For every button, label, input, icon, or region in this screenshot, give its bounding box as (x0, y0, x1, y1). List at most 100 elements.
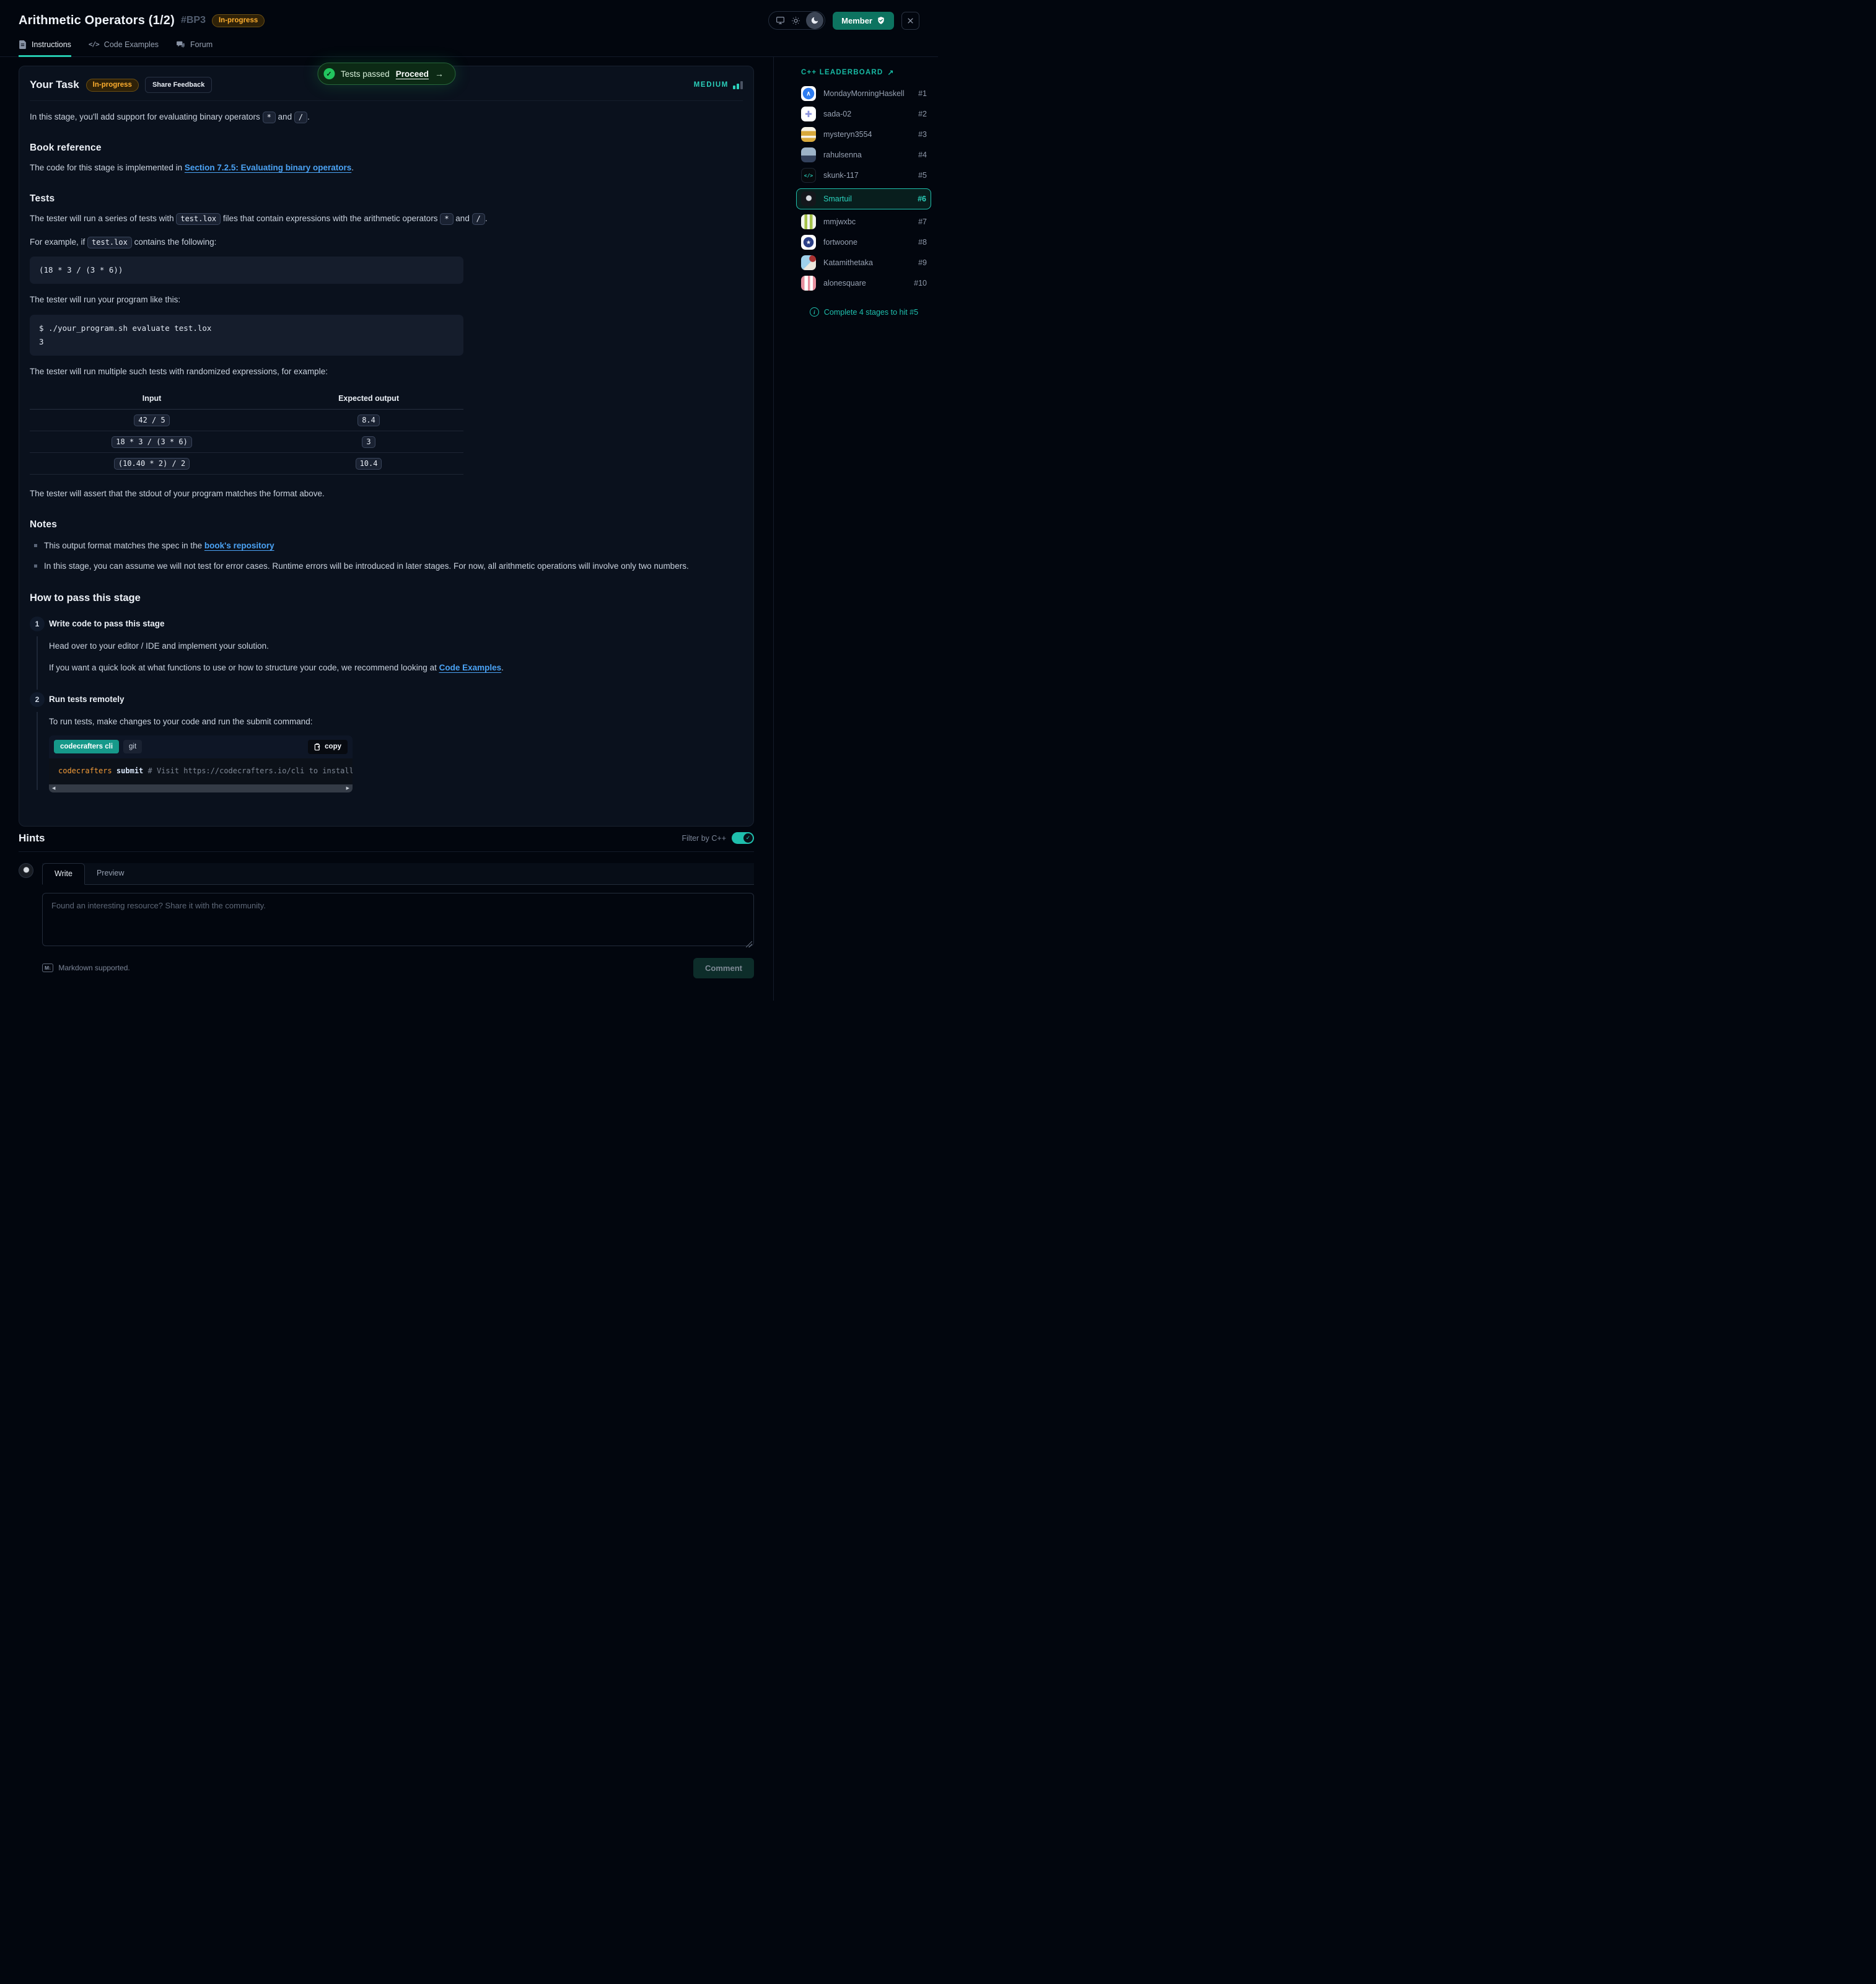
difficulty-bars-icon (733, 81, 743, 89)
tab-git[interactable]: git (123, 740, 142, 754)
title-group: Arithmetic Operators (1/2) #BP3 In-progr… (19, 14, 265, 28)
clipboard-icon (314, 743, 321, 751)
leaderboard-row[interactable]: mysteryn3554 #3 (801, 127, 927, 142)
tests-paragraph-5: The tester will assert that the stdout o… (30, 488, 325, 498)
leaderboard-row[interactable]: alonesquare #10 (801, 276, 927, 291)
avatar (801, 147, 816, 162)
copy-button[interactable]: copy (308, 739, 348, 754)
code-examples-link[interactable]: Code Examples (439, 663, 502, 672)
instructions-card: Your Task In-progress Share Feedback MED… (19, 66, 754, 827)
column-header-expected: Expected output (274, 388, 463, 410)
step-number: 1 (30, 617, 45, 632)
hints-heading: Hints (19, 832, 45, 844)
code-icon: </> (88, 40, 100, 48)
leaderboard-row[interactable]: sada-02 #2 (801, 107, 927, 121)
avatar (19, 863, 33, 878)
step-1-paragraph-2: If you want a quick look at what functio… (49, 663, 504, 673)
monitor-icon[interactable] (775, 15, 785, 25)
divider (30, 100, 743, 101)
avatar (801, 86, 816, 101)
avatar (801, 168, 816, 183)
input-value: 42 / 5 (134, 414, 170, 426)
section-link[interactable]: Section 7.2.5: Evaluating binary operato… (185, 163, 351, 172)
inline-code: / (294, 112, 308, 123)
toggle-check-icon: ✓ (743, 833, 753, 843)
tab-preview[interactable]: Preview (85, 863, 136, 884)
leaderboard-row[interactable]: mmjwxbc #7 (801, 214, 927, 229)
tab-forum[interactable]: Forum (176, 40, 213, 57)
filter-group: Filter by C++ ✓ (682, 832, 754, 845)
rank: #10 (914, 279, 927, 288)
leaderboard-row[interactable]: Katamithetaka #9 (801, 255, 927, 270)
output-value: 3 (362, 436, 375, 448)
notes-list: This output format matches the spec in t… (30, 539, 743, 573)
divider (19, 851, 754, 852)
rank: #1 (918, 89, 927, 98)
sun-icon[interactable] (791, 15, 800, 25)
member-button[interactable]: Member (833, 11, 894, 30)
step-2-paragraph: To run tests, make changes to your code … (49, 717, 313, 727)
difficulty-label: MEDIUM (693, 81, 729, 89)
horizontal-scrollbar[interactable]: ◀ ▶ (49, 784, 353, 792)
close-icon[interactable] (901, 11, 919, 30)
filter-toggle[interactable]: ✓ (732, 832, 754, 845)
tests-paragraph-1: The tester will run a series of tests wi… (30, 212, 743, 226)
table-row: 18 * 3 / (3 * 6) 3 (30, 431, 463, 453)
tab-codecrafters-cli[interactable]: codecrafters cli (54, 740, 120, 754)
comment-input[interactable] (42, 892, 754, 946)
rank: #8 (918, 238, 927, 247)
tab-code-examples[interactable]: </> Code Examples (89, 40, 159, 57)
leaderboard-row[interactable]: fortwoone #8 (801, 235, 927, 250)
leaderboard-note: i Complete 4 stages to hit #5 (801, 307, 927, 317)
step-number: 2 (30, 692, 45, 708)
markdown-icon: M↓ (42, 963, 54, 973)
leaderboard-row[interactable]: MondayMorningHaskell #1 (801, 86, 927, 101)
tests-paragraph-4: The tester will run multiple such tests … (30, 366, 328, 376)
tab-forum-label: Forum (190, 40, 213, 49)
avatar (801, 127, 816, 142)
book-repository-link[interactable]: book's repository (204, 541, 274, 550)
rank: #3 (918, 130, 927, 139)
tab-instructions[interactable]: Instructions (19, 40, 71, 57)
avatar (801, 276, 816, 291)
moon-icon[interactable] (806, 12, 824, 29)
table-row: (10.40 * 2) / 2 10.4 (30, 452, 463, 475)
difficulty: MEDIUM (694, 81, 743, 89)
page-title: Arithmetic Operators (1/2) (19, 13, 175, 27)
step-1-paragraph-1: Head over to your editor / IDE and imple… (49, 641, 269, 651)
leaderboard-sidebar: C++ LEADERBOARD ↗ MondayMorningHaskell #… (774, 57, 938, 1001)
status-badge: In-progress (211, 14, 265, 27)
tests-paragraph-2: For example, if test.lox contains the fo… (30, 235, 743, 249)
main-tabs: Instructions </> Code Examples Forum (0, 30, 938, 57)
tab-write[interactable]: Write (42, 863, 85, 885)
examples-table: Input Expected output 42 / 5 8.4 18 * 3 … (30, 388, 463, 475)
leaderboard-list: MondayMorningHaskell #1 sada-02 #2 myste… (796, 86, 931, 291)
table-row: 42 / 5 8.4 (30, 409, 463, 431)
rank: #9 (918, 258, 927, 267)
document-icon (19, 40, 27, 49)
leaderboard-row-current-user[interactable]: Smartuil #6 (796, 188, 931, 209)
step-2: 2 Run tests remotely To run tests, make … (30, 692, 743, 792)
leaderboard-row[interactable]: skunk-117 #5 (801, 168, 927, 183)
proceed-link[interactable]: Proceed (396, 69, 429, 79)
note-item: In this stage, you can assume we will no… (30, 560, 743, 573)
check-circle-icon: ✓ (323, 68, 335, 79)
scroll-right-icon[interactable]: ▶ (346, 786, 349, 791)
rank: #2 (918, 110, 927, 118)
inline-code: test.lox (87, 236, 132, 248)
tab-code-examples-label: Code Examples (103, 40, 159, 49)
share-feedback-button[interactable]: Share Feedback (144, 77, 213, 93)
resize-handle[interactable] (746, 941, 752, 947)
leaderboard-title[interactable]: C++ LEADERBOARD ↗ (801, 68, 927, 77)
theme-switcher (768, 11, 826, 30)
how-to-pass-heading: How to pass this stage (30, 592, 141, 604)
inline-code: test.lox (176, 213, 221, 225)
input-value: 18 * 3 / (3 * 6) (112, 436, 192, 448)
scroll-left-icon[interactable]: ◀ (52, 786, 55, 791)
avatar (801, 255, 816, 270)
your-task-heading: Your Task (30, 79, 79, 90)
book-reference-paragraph: The code for this stage is implemented i… (30, 162, 354, 172)
leaderboard-row[interactable]: rahulsenna #4 (801, 147, 927, 162)
comment-button[interactable]: Comment (693, 957, 754, 978)
cli-header: codecrafters cli git copy (49, 735, 353, 758)
